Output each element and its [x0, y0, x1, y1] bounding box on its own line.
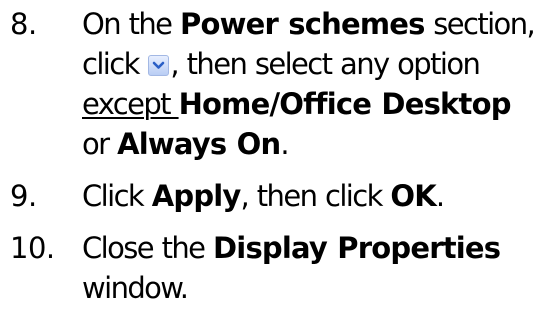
step-line: except Home/Office Desktop	[82, 84, 544, 124]
plain-text: On the	[82, 7, 181, 41]
plain-text: section,	[424, 7, 535, 41]
step-text: Click Apply, then click OK.	[82, 176, 544, 216]
plain-text: .	[435, 179, 445, 213]
emphasis-text: Apply	[151, 179, 242, 213]
step-line: Click Apply, then click OK.	[82, 176, 544, 216]
plain-text: or	[82, 127, 118, 161]
step-line: window.	[82, 268, 544, 308]
step-number: 8.	[10, 7, 37, 41]
emphasis-text: Always On	[117, 127, 281, 161]
instruction-document: 8. On the Power schemes section, click ,…	[0, 0, 550, 309]
step-line: or Always On.	[82, 124, 544, 164]
chevron-down-icon	[148, 55, 170, 76]
step-line: On the Power schemes section,	[82, 4, 544, 44]
emphasis-text: Home/Office Desktop	[178, 87, 512, 121]
step-line: Close the Display Properties	[82, 228, 544, 268]
step-8: 8. On the Power schemes section, click ,…	[0, 4, 550, 164]
step-number: 10.	[10, 231, 55, 265]
step-line: click , then select any option	[82, 44, 544, 84]
plain-text: .	[280, 127, 289, 161]
plain-text: click	[82, 47, 148, 81]
plain-text: Close the	[82, 231, 214, 265]
plain-text: , then click	[240, 179, 391, 213]
step-text: Close the Display Properties window.	[82, 228, 544, 308]
underlined-text: except	[82, 87, 179, 121]
step-number: 9.	[10, 179, 37, 213]
plain-text: , then select any option	[170, 47, 480, 81]
emphasis-text: OK	[390, 179, 436, 213]
step-10: 10. Close the Display Properties window.	[0, 228, 550, 308]
step-text: On the Power schemes section, click , th…	[82, 4, 544, 164]
emphasis-text: Power schemes	[180, 7, 425, 41]
plain-text: window.	[82, 271, 189, 305]
plain-text: Click	[82, 179, 152, 213]
emphasis-text: Display Properties	[213, 231, 501, 265]
step-9: 9. Click Apply, then click OK.	[0, 176, 550, 216]
